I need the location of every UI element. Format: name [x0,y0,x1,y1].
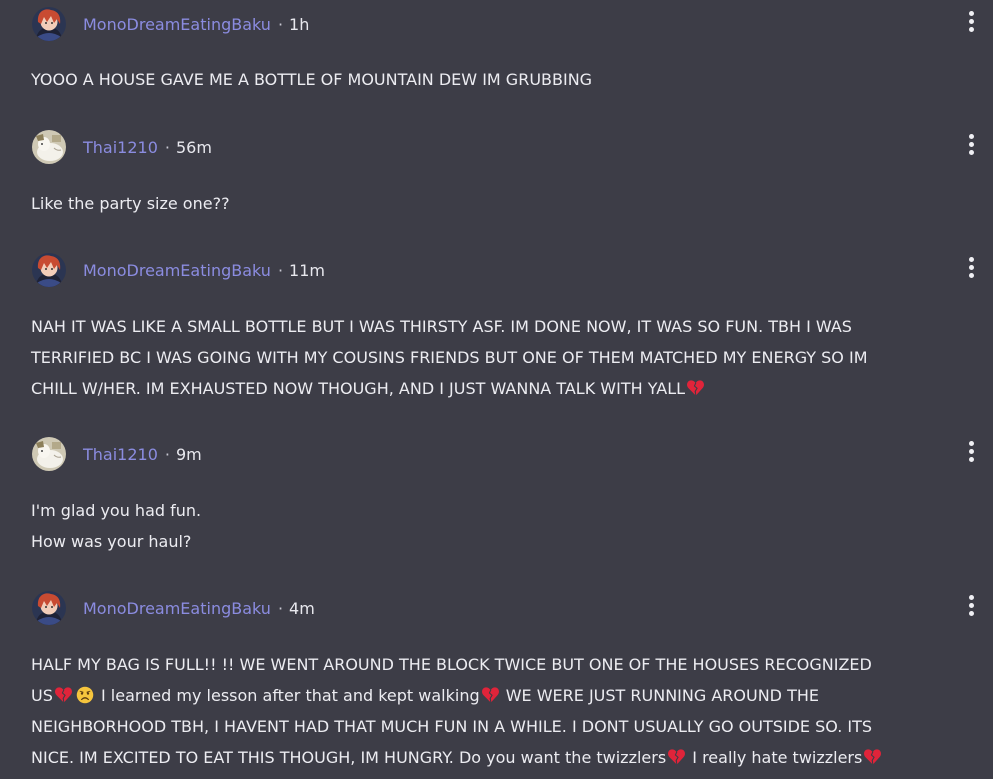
more-options-button[interactable] [961,252,981,282]
timestamp: 9m [175,444,202,464]
more-dot-icon [968,141,974,147]
broken-heart-icon [686,379,705,396]
username-link[interactable]: Thai1210 [83,445,158,464]
sad-face-icon [76,686,94,704]
avatar[interactable] [32,437,66,471]
broken-heart-icon [54,686,73,703]
comment-header: MonoDreamEatingBaku · 4m [32,590,315,626]
comment-text-fragment: NICE. IM EXCITED TO EAT THIS THOUGH, IM … [31,748,667,767]
more-options-button[interactable] [961,436,981,466]
comment-text-line: Like the party size one?? [31,194,230,213]
comment-text-fragment: US [31,686,53,705]
comment-body: YOOO A HOUSE GAVE ME A BOTTLE OF MOUNTAI… [31,64,983,95]
avatar[interactable] [32,591,66,625]
username-link[interactable]: MonoDreamEatingBaku [83,599,271,618]
comment-text-fragment: CHILL W/HER. IM EXHAUSTED NOW THOUGH, AN… [31,379,686,398]
separator-dot: · [277,260,284,280]
comment-text-line: How was your haul? [31,532,192,551]
more-dot-icon [968,10,974,16]
avatar[interactable] [32,253,66,287]
timestamp: 1h [289,14,310,34]
more-dot-icon [968,256,974,262]
more-dot-icon [968,456,974,462]
comment-feed: MonoDreamEatingBaku · 1h YOOO A HOUSE GA… [0,0,993,779]
more-dot-icon [968,18,974,24]
comment-text-line: I'm glad you had fun. [31,501,202,520]
comment-header: Thai1210 · 56m [32,129,212,165]
comment-text-fragment: WE WERE JUST RUNNING AROUND THE [505,686,819,705]
comment-body: HALF MY BAG IS FULL!! !! WE WENT AROUND … [31,649,983,773]
more-dot-icon [968,448,974,454]
avatar[interactable] [32,130,66,164]
comment-text-line: NEIGHBORHOOD TBH, I HAVENT HAD THAT MUCH… [31,717,873,736]
username-link[interactable]: MonoDreamEatingBaku [83,261,271,280]
separator-dot: · [164,444,170,464]
more-dot-icon [968,594,974,600]
more-dot-icon [968,272,974,278]
username-link[interactable]: Thai1210 [83,138,158,157]
more-dot-icon [968,26,974,32]
broken-heart-icon [667,748,686,765]
separator-dot: · [277,14,284,34]
more-dot-icon [968,264,974,270]
comment-text-fragment: I really hate twizzlers [692,748,863,767]
separator-dot: · [277,598,284,618]
comment-text-line: TERRIFIED BC I WAS GOING WITH MY COUSINS… [31,348,868,367]
comment-header: Thai1210 · 9m [32,436,202,472]
comment-text-line: NAH IT WAS LIKE A SMALL BOTTLE BUT I WAS… [31,317,852,336]
comment-body: NAH IT WAS LIKE A SMALL BOTTLE BUT I WAS… [31,311,983,404]
more-dot-icon [968,133,974,139]
broken-heart-icon [863,748,882,765]
separator-dot: · [164,137,170,157]
timestamp: 11m [289,260,325,280]
broken-heart-icon [481,686,500,703]
comment-text-line: US I learned my lesson after that and ke… [31,680,983,711]
comment-text-line: CHILL W/HER. IM EXHAUSTED NOW THOUGH, AN… [31,373,983,404]
comment-header: MonoDreamEatingBaku · 11m [32,252,325,288]
more-options-button[interactable] [961,590,981,620]
comment-text-line: HALF MY BAG IS FULL!! !! WE WENT AROUND … [31,655,872,674]
more-dot-icon [968,610,974,616]
comment-header: MonoDreamEatingBaku · 1h [32,6,309,42]
comment-body: Like the party size one?? [31,188,983,219]
comment-text-line: YOOO A HOUSE GAVE ME A BOTTLE OF MOUNTAI… [31,70,593,89]
more-options-button[interactable] [961,6,981,36]
timestamp: 56m [175,137,212,157]
more-dot-icon [968,149,974,155]
timestamp: 4m [289,598,315,618]
username-link[interactable]: MonoDreamEatingBaku [83,15,271,34]
more-dot-icon [968,440,974,446]
more-options-button[interactable] [961,129,981,159]
comment-text-line: NICE. IM EXCITED TO EAT THIS THOUGH, IM … [31,742,983,773]
more-dot-icon [968,602,974,608]
avatar[interactable] [32,7,66,41]
comment-text-fragment: I learned my lesson after that and kept … [100,686,480,705]
comment-body: I'm glad you had fun. How was your haul? [31,495,983,557]
